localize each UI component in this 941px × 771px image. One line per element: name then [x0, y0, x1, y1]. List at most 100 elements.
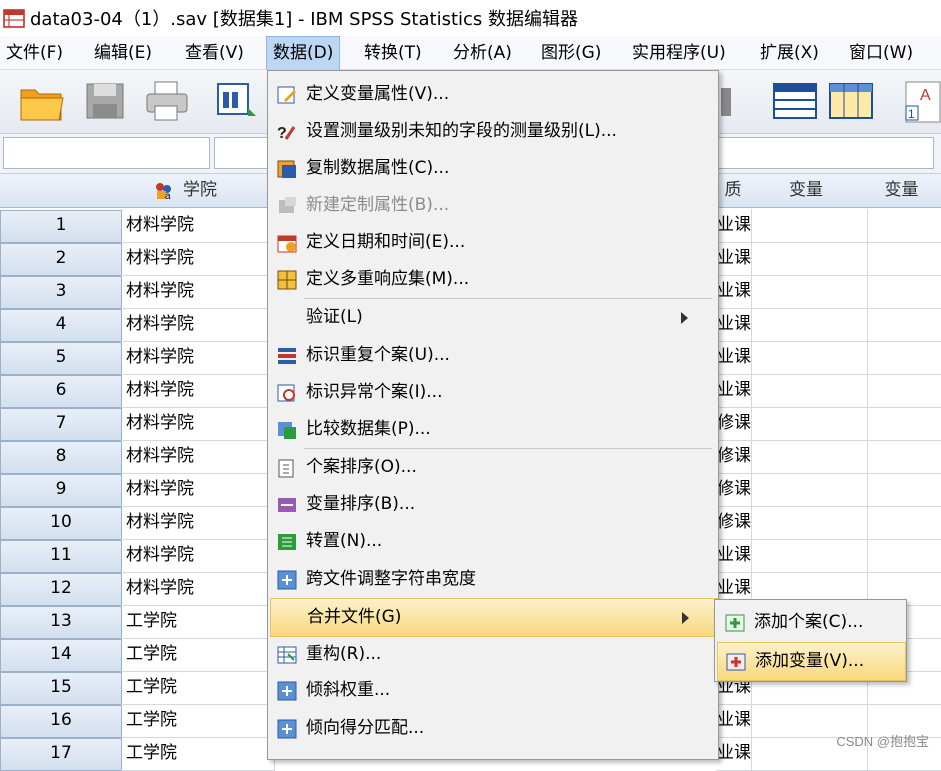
cell-empty[interactable] — [750, 506, 868, 540]
cell-nature[interactable]: 业课 — [716, 737, 752, 771]
menu-item-transpose[interactable]: 转置(N)... — [270, 523, 716, 560]
open-folder-icon[interactable] — [18, 78, 66, 124]
cell-empty[interactable] — [750, 374, 868, 408]
menu-file[interactable]: 文件(F) — [0, 36, 69, 70]
cell-college[interactable]: 材料学院 — [121, 539, 275, 573]
row-number[interactable]: 2 — [0, 243, 122, 276]
cell-college[interactable]: 材料学院 — [121, 209, 275, 243]
menu-item-new-custom-attribute[interactable]: 新建定制属性(B)... — [270, 187, 716, 224]
cell-empty[interactable] — [750, 308, 868, 342]
cell-empty[interactable] — [750, 242, 868, 276]
menu-item-identify-duplicate-cases[interactable]: 标识重复个案(U)... — [270, 337, 716, 374]
cell-college[interactable]: 材料学院 — [121, 308, 275, 342]
menu-item-identify-unusual-cases[interactable]: 标识异常个案(I)... — [270, 374, 716, 411]
menu-item-set-measurement-level[interactable]: ? 设置测量级别未知的字段的测量级别(L)... — [270, 113, 716, 150]
row-number[interactable]: 8 — [0, 441, 122, 474]
row-number[interactable]: 9 — [0, 474, 122, 507]
row-number[interactable]: 15 — [0, 672, 122, 705]
variable-grid-icon[interactable] — [828, 78, 876, 124]
recall-dialog-icon[interactable] — [214, 78, 262, 124]
cell-college[interactable]: 材料学院 — [121, 242, 275, 276]
cell-college[interactable]: 工学院 — [121, 737, 275, 771]
row-number[interactable]: 1 — [0, 210, 122, 243]
menu-edit[interactable]: 编辑(E) — [88, 36, 158, 70]
cell-college[interactable]: 材料学院 — [121, 473, 275, 507]
cell-nature[interactable]: 业课 — [716, 539, 752, 573]
cell-empty[interactable] — [862, 242, 941, 276]
cell-nature[interactable]: 业课 — [716, 308, 752, 342]
cell-college[interactable]: 材料学院 — [121, 275, 275, 309]
cell-college[interactable]: 材料学院 — [121, 572, 275, 606]
menu-item-adjust-string-width[interactable]: 跨文件调整字符串宽度 — [270, 561, 716, 598]
menu-item-restructure[interactable]: 重构(R)... — [270, 636, 716, 673]
cell-nature[interactable]: 修课 — [716, 473, 752, 507]
menu-item-propensity-score-matching[interactable]: 倾向得分匹配... — [270, 710, 716, 747]
cell-reference-field[interactable] — [3, 137, 210, 169]
cell-empty[interactable] — [750, 440, 868, 474]
cell-college[interactable]: 材料学院 — [121, 440, 275, 474]
row-number[interactable]: 7 — [0, 408, 122, 441]
menu-item-define-variable-properties[interactable]: 定义变量属性(V)... — [270, 76, 716, 113]
submenu-item-add-variables[interactable]: 添加变量(V)... — [717, 642, 906, 681]
row-number[interactable]: 11 — [0, 540, 122, 573]
menu-window[interactable]: 窗口(W) — [843, 36, 919, 70]
menu-view[interactable]: 查看(V) — [179, 36, 250, 70]
cell-nature[interactable]: 业课 — [716, 704, 752, 738]
cell-empty[interactable] — [862, 209, 941, 243]
menu-data[interactable]: 数据(D) — [266, 36, 341, 72]
menu-item-merge-files[interactable]: 合并文件(G) — [270, 598, 718, 637]
row-number[interactable]: 4 — [0, 309, 122, 342]
cell-college[interactable]: 工学院 — [121, 605, 275, 639]
menu-utilities[interactable]: 实用程序(U) — [626, 36, 732, 70]
menu-item-validation[interactable]: 验证(L) — [270, 299, 716, 336]
cell-empty[interactable] — [862, 506, 941, 540]
row-number[interactable]: 16 — [0, 705, 122, 738]
row-number[interactable]: 17 — [0, 738, 122, 771]
cell-empty[interactable] — [862, 539, 941, 573]
person-figure-icon[interactable] — [717, 78, 765, 124]
cell-nature[interactable]: 业课 — [716, 374, 752, 408]
cell-empty[interactable] — [862, 440, 941, 474]
menu-item-sort-variables[interactable]: 变量排序(B)... — [270, 486, 716, 523]
data-grid-icon[interactable] — [772, 78, 820, 124]
cell-nature[interactable]: 修课 — [716, 506, 752, 540]
menu-item-copy-data-properties[interactable]: 复制数据属性(C)... — [270, 150, 716, 187]
cell-nature[interactable]: 业课 — [716, 341, 752, 375]
row-number[interactable]: 5 — [0, 342, 122, 375]
cell-nature[interactable]: 业课 — [716, 242, 752, 276]
cell-nature[interactable]: 修课 — [716, 440, 752, 474]
cell-empty[interactable] — [862, 407, 941, 441]
menu-extensions[interactable]: 扩展(X) — [754, 36, 825, 70]
print-icon[interactable] — [143, 78, 191, 124]
cell-college[interactable]: 材料学院 — [121, 374, 275, 408]
column-header-variable[interactable]: 变量 — [750, 174, 863, 208]
menu-graphs[interactable]: 图形(G) — [535, 36, 607, 70]
cell-nature[interactable]: 业课 — [716, 275, 752, 309]
menu-item-compare-datasets[interactable]: 比较数据集(P)... — [270, 411, 716, 448]
column-header-variable[interactable]: 变量 — [862, 174, 941, 208]
menu-item-rake-weights[interactable]: 倾斜权重... — [270, 672, 716, 709]
cell-empty[interactable] — [862, 341, 941, 375]
row-number[interactable]: 12 — [0, 573, 122, 606]
cell-college[interactable]: 材料学院 — [121, 506, 275, 540]
row-number[interactable]: 3 — [0, 276, 122, 309]
cell-empty[interactable] — [750, 539, 868, 573]
cell-empty[interactable] — [862, 473, 941, 507]
cell-college[interactable]: 工学院 — [121, 638, 275, 672]
menu-transform[interactable]: 转换(T) — [358, 36, 428, 70]
cell-college[interactable]: 工学院 — [121, 704, 275, 738]
menu-item-define-multiple-response-sets[interactable]: 定义多重响应集(M)... — [270, 261, 716, 298]
cell-empty[interactable] — [750, 275, 868, 309]
cell-nature[interactable]: 业课 — [716, 209, 752, 243]
cell-empty[interactable] — [862, 374, 941, 408]
cell-empty[interactable] — [750, 473, 868, 507]
cell-empty[interactable] — [750, 407, 868, 441]
cell-college[interactable]: 材料学院 — [121, 407, 275, 441]
menu-item-sort-cases[interactable]: 个案排序(O)... — [270, 449, 716, 486]
row-number[interactable]: 6 — [0, 375, 122, 408]
column-header-nature[interactable]: 质 — [716, 174, 751, 208]
row-number[interactable]: 10 — [0, 507, 122, 540]
row-number[interactable]: 13 — [0, 606, 122, 639]
submenu-item-add-cases[interactable]: 添加个案(C)... — [717, 604, 904, 641]
cell-empty[interactable] — [862, 308, 941, 342]
